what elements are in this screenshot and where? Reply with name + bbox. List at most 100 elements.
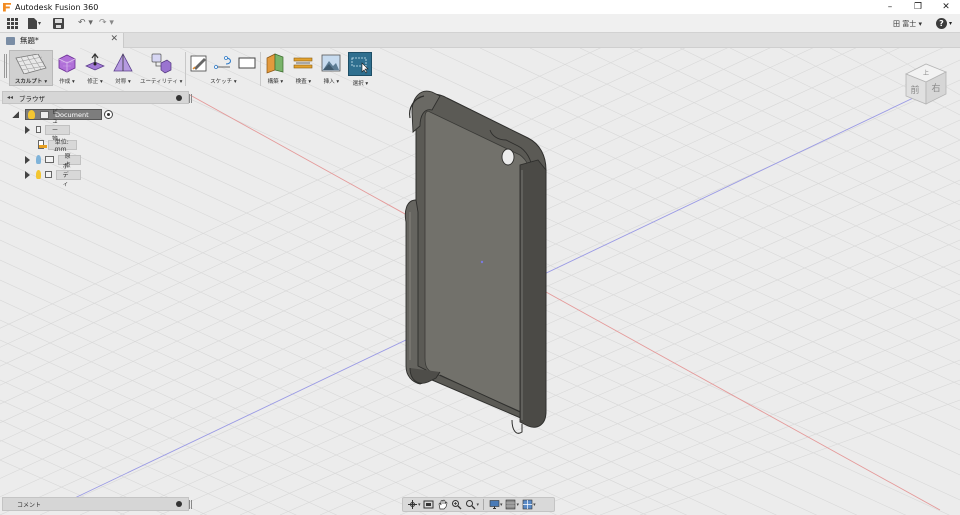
document-tab-bar: 無題* ✕ bbox=[0, 33, 960, 48]
3d-viewport[interactable] bbox=[0, 48, 960, 515]
display-settings-icon[interactable] bbox=[488, 499, 500, 510]
sketch-menu[interactable]: スケッチ ▾ bbox=[186, 49, 260, 87]
sketch-line-icon bbox=[214, 56, 232, 69]
units-label: 単位: mm bbox=[47, 139, 77, 153]
browser-pin-icon[interactable] bbox=[176, 95, 182, 101]
restore-button[interactable]: ❐ bbox=[904, 0, 932, 14]
tree-node-named-views[interactable]: ビュー管理 bbox=[25, 109, 71, 152]
expand-arrow-icon[interactable] bbox=[25, 125, 30, 134]
modify-label: 修正 ▾ bbox=[87, 79, 103, 85]
phone-case-body[interactable] bbox=[404, 90, 547, 434]
construct-menu[interactable]: 構築 ▾ bbox=[261, 49, 289, 87]
add-comment-icon[interactable] bbox=[176, 501, 182, 507]
help-icon: ? bbox=[935, 18, 947, 29]
look-at-icon[interactable] bbox=[423, 499, 435, 510]
viewcube-top-label: 上 bbox=[923, 69, 929, 77]
document-icon bbox=[6, 36, 15, 45]
save-icon bbox=[53, 17, 65, 29]
save-button[interactable] bbox=[53, 15, 65, 32]
insert-image-icon bbox=[321, 54, 341, 72]
undo-button[interactable]: ↶ ▾ bbox=[78, 15, 93, 32]
camera-cutout bbox=[501, 148, 515, 166]
title-bar: Autodesk Fusion 360 – ❐ ✕ bbox=[0, 0, 960, 14]
help-button[interactable]: ? ▾ bbox=[935, 18, 952, 29]
user-account-menu[interactable]: 田 富士 ▾ bbox=[893, 19, 922, 29]
fusion-logo-icon bbox=[3, 2, 11, 12]
comments-panel[interactable]: コメント bbox=[2, 497, 192, 511]
document-tab[interactable]: 無題* ✕ bbox=[0, 33, 124, 48]
redo-button[interactable]: ↷ ▾ bbox=[99, 15, 114, 32]
grid-settings-icon[interactable] bbox=[505, 499, 517, 510]
app-grid-icon bbox=[7, 17, 18, 29]
orbit-icon[interactable] bbox=[406, 499, 418, 510]
construct-label: 構築 ▾ bbox=[267, 79, 284, 85]
nav-separator bbox=[483, 499, 485, 510]
close-tab-icon[interactable]: ✕ bbox=[110, 34, 118, 44]
sketch-label: スケッチ ▾ bbox=[210, 79, 237, 85]
select-label: 選択 ▾ bbox=[352, 81, 369, 87]
insert-label: 挿入 ▾ bbox=[323, 79, 340, 85]
browser-resize-handle[interactable] bbox=[189, 94, 192, 103]
comments-title: コメント bbox=[17, 501, 42, 509]
create-sketch-icon bbox=[190, 55, 207, 72]
visibility-bulb-icon[interactable] bbox=[28, 110, 35, 119]
viewcube-right-label: 右 bbox=[931, 82, 940, 94]
utilities-menu[interactable]: ユーティリティ ▾ bbox=[137, 49, 185, 87]
bodies-label: ボディ bbox=[55, 163, 82, 188]
zoom-dropdown-icon[interactable]: ▾ bbox=[477, 502, 480, 508]
expand-arrow-icon[interactable] bbox=[25, 170, 30, 179]
symmetry-icon bbox=[113, 53, 133, 72]
utilities-label: ユーティリティ ▾ bbox=[140, 79, 183, 85]
workspace-switcher[interactable]: スカルプト ▾ bbox=[9, 50, 53, 86]
viewcube[interactable]: 上 前 右 bbox=[900, 60, 952, 110]
insert-menu[interactable]: 挿入 ▾ bbox=[317, 49, 345, 87]
zoom-icon[interactable] bbox=[451, 499, 463, 510]
pan-hand-icon[interactable] bbox=[437, 499, 449, 510]
display-dropdown-icon[interactable]: ▾ bbox=[500, 502, 503, 508]
fusion-app-window: Autodesk Fusion 360 – ❐ ✕ ▾ ↶ ▾ ↷ ▾ 田 富士… bbox=[0, 0, 960, 515]
visibility-bulb-icon[interactable] bbox=[36, 155, 42, 164]
window-title: Autodesk Fusion 360 bbox=[15, 2, 99, 12]
app-grid-button[interactable] bbox=[7, 15, 18, 32]
viewports-icon[interactable] bbox=[521, 499, 533, 510]
expand-arrow-icon[interactable] bbox=[12, 111, 19, 118]
expand-arrow-icon[interactable] bbox=[25, 155, 30, 164]
comments-resize-handle[interactable] bbox=[189, 500, 192, 509]
fit-zoom-icon[interactable] bbox=[465, 499, 477, 510]
quick-access-toolbar: ▾ ↶ ▾ ↷ ▾ 田 富士 ▾ ? ▾ bbox=[0, 14, 960, 33]
tree-node-units[interactable]: 単位: mm bbox=[36, 138, 77, 153]
navigation-bar: ▾ ▾ ▾ ▾ ▾ bbox=[402, 497, 555, 512]
tree-node-bodies[interactable]: ボディ bbox=[25, 163, 82, 188]
modify-edit-form-icon bbox=[85, 53, 105, 71]
document-node[interactable]: Document bbox=[25, 109, 102, 120]
workspace-label: スカルプト ▾ bbox=[14, 79, 48, 85]
sculpt-workspace-icon bbox=[15, 54, 47, 74]
viewports-dropdown-icon[interactable]: ▾ bbox=[533, 502, 536, 508]
modify-menu[interactable]: 修正 ▾ bbox=[81, 49, 109, 87]
construct-plane-icon bbox=[267, 53, 284, 74]
close-window-button[interactable]: ✕ bbox=[932, 0, 960, 14]
document-tab-label: 無題* bbox=[20, 36, 39, 45]
collapse-browser-icon[interactable]: ◂◂ bbox=[7, 94, 13, 101]
select-menu[interactable]: 選択 ▾ bbox=[345, 49, 375, 87]
orbit-dropdown-icon[interactable]: ▾ bbox=[418, 502, 421, 508]
viewcube-front-label: 前 bbox=[910, 84, 919, 96]
visibility-bulb-icon[interactable] bbox=[36, 170, 41, 179]
browser-panel-header: ◂◂ ブラウザ bbox=[2, 91, 192, 104]
viewport-canvas bbox=[0, 48, 960, 515]
ribbon-grip-handle[interactable] bbox=[4, 54, 7, 78]
inspect-menu[interactable]: 検査 ▾ bbox=[289, 49, 317, 87]
minimize-button[interactable]: – bbox=[876, 0, 904, 14]
inspect-measure-icon bbox=[294, 57, 313, 69]
create-menu[interactable]: 作成 ▾ bbox=[53, 49, 81, 87]
grid-dropdown-icon[interactable]: ▾ bbox=[517, 502, 520, 508]
symmetry-label: 対称 ▾ bbox=[115, 79, 131, 85]
select-cursor-icon bbox=[351, 57, 370, 74]
ribbon-toolbar: スカルプト ▾ 作成 ▾ 修正 ▾ 対称 ▾ ユーティリティ ▾ スケッチ ▾ … bbox=[0, 49, 375, 89]
file-menu-button[interactable]: ▾ bbox=[28, 15, 41, 32]
activate-radio-icon[interactable] bbox=[103, 110, 113, 119]
named-views-label: ビュー管理 bbox=[44, 109, 71, 152]
folder-icon bbox=[45, 156, 54, 163]
symmetry-menu[interactable]: 対称 ▾ bbox=[109, 49, 137, 87]
sketch-rectangle-icon bbox=[238, 57, 256, 69]
